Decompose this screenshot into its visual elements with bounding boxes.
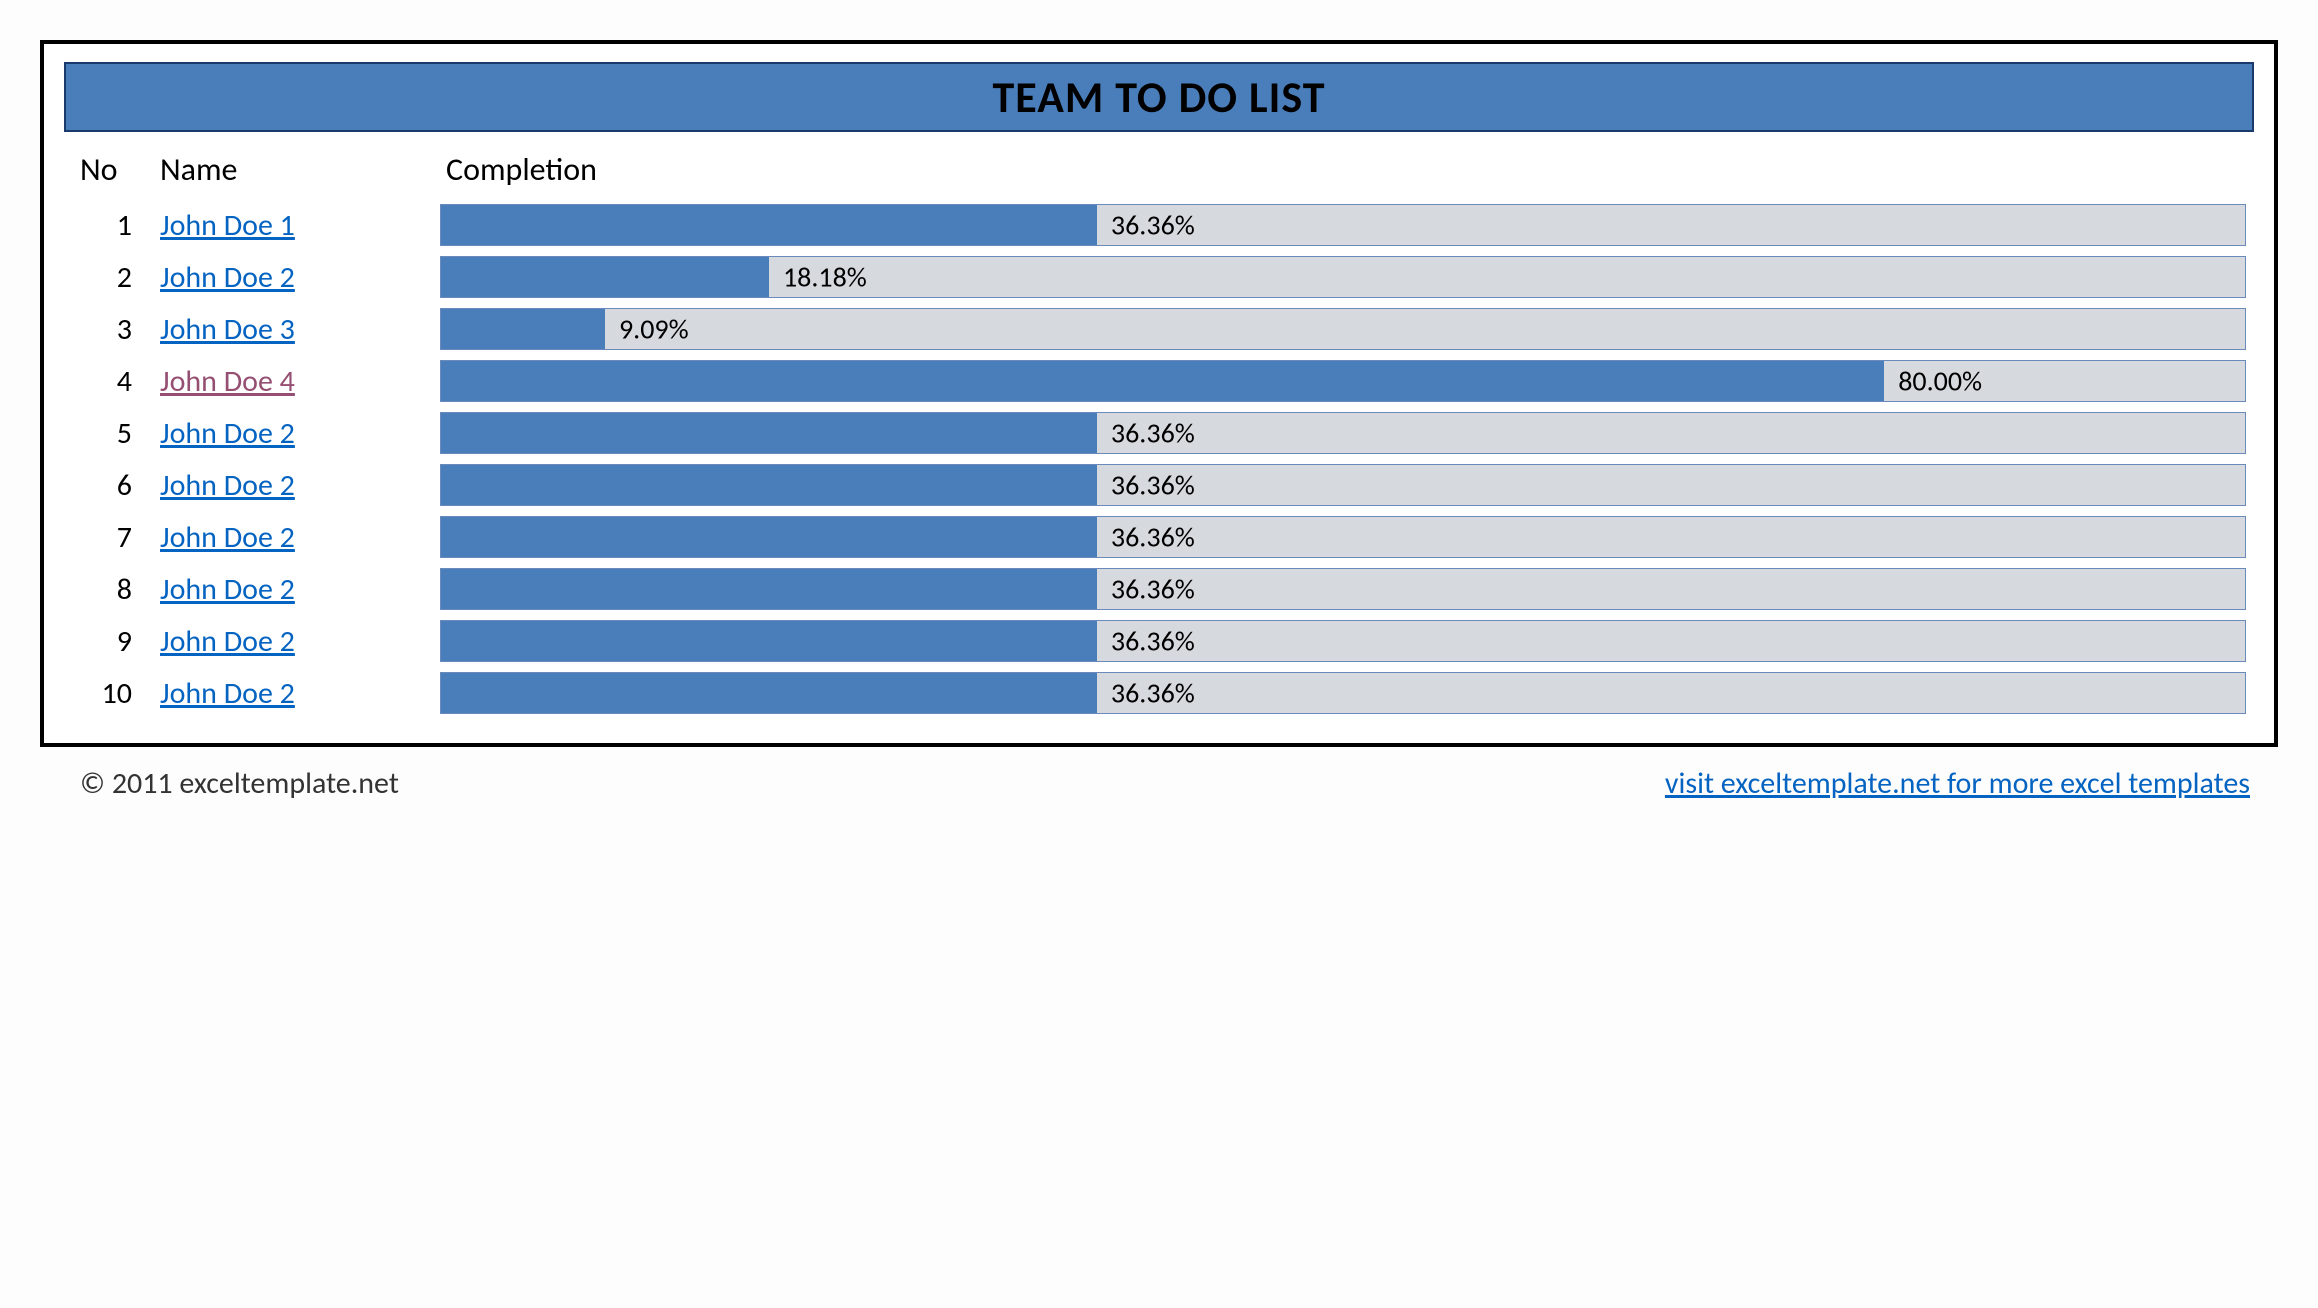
cell-completion: 18.18% [440, 256, 2254, 298]
cell-completion: 36.36% [440, 412, 2254, 454]
cell-completion: 36.36% [440, 568, 2254, 610]
progress-bar-fill [441, 621, 1097, 661]
cell-no: 4 [80, 363, 160, 400]
member-link[interactable]: John Doe 2 [160, 415, 295, 452]
table-row: 8John Doe 2 36.36% [64, 563, 2254, 615]
progress-bar-fill [441, 413, 1097, 453]
table-row: 4John Doe 4 80.00% [64, 355, 2254, 407]
table-row: 6John Doe 2 36.36% [64, 459, 2254, 511]
progress-bar-fill [441, 205, 1097, 245]
progress-bar-fill [441, 673, 1097, 713]
progress-bar: 36.36% [440, 568, 2246, 610]
cell-completion: 9.09% [440, 308, 2254, 350]
member-link[interactable]: John Doe 1 [160, 207, 295, 244]
footer: © 2011 exceltemplate.net visit exceltemp… [40, 747, 2278, 802]
progress-bar: 36.36% [440, 620, 2246, 662]
cell-no: 5 [80, 415, 160, 452]
cell-completion: 36.36% [440, 204, 2254, 246]
member-link[interactable]: John Doe 4 [160, 363, 295, 400]
cell-completion: 36.36% [440, 620, 2254, 662]
table-row: 5John Doe 2 36.36% [64, 407, 2254, 459]
member-link[interactable]: John Doe 2 [160, 571, 295, 608]
progress-bar-label: 36.36% [1097, 624, 1195, 659]
table-row: 9John Doe 2 36.36% [64, 615, 2254, 667]
copyright-text: © 2011 exceltemplate.net [80, 765, 399, 802]
cell-name: John Doe 2 [160, 623, 440, 660]
progress-bar-label: 36.36% [1097, 520, 1195, 555]
progress-bar-label: 36.36% [1097, 208, 1195, 243]
progress-bar-label: 18.18% [769, 260, 867, 295]
cell-completion: 36.36% [440, 672, 2254, 714]
table-row: 7John Doe 2 36.36% [64, 511, 2254, 563]
cell-completion: 36.36% [440, 516, 2254, 558]
cell-name: John Doe 2 [160, 259, 440, 296]
progress-bar: 36.36% [440, 204, 2246, 246]
progress-bar-fill [441, 465, 1097, 505]
page-title: TEAM TO DO LIST [66, 70, 2252, 124]
progress-bar: 18.18% [440, 256, 2246, 298]
table-header-row: No Name Completion [64, 150, 2254, 199]
member-link[interactable]: John Doe 3 [160, 311, 295, 348]
cell-completion: 80.00% [440, 360, 2254, 402]
cell-name: John Doe 2 [160, 415, 440, 452]
table-row: 10John Doe 2 36.36% [64, 667, 2254, 719]
progress-bar-label: 36.36% [1097, 676, 1195, 711]
todo-table: No Name Completion 1John Doe 136.36%2Joh… [64, 150, 2254, 719]
table-row: 1John Doe 1 36.36% [64, 199, 2254, 251]
title-bar: TEAM TO DO LIST [64, 62, 2254, 132]
progress-bar: 80.00% [440, 360, 2246, 402]
cell-no: 9 [80, 623, 160, 660]
progress-bar-fill [441, 257, 769, 297]
progress-bar: 36.36% [440, 464, 2246, 506]
cell-name: John Doe 2 [160, 519, 440, 556]
cell-name: John Doe 1 [160, 207, 440, 244]
header-completion: Completion [440, 150, 2254, 189]
cell-name: John Doe 2 [160, 675, 440, 712]
table-row: 3John Doe 3 9.09% [64, 303, 2254, 355]
cell-no: 6 [80, 467, 160, 504]
cell-completion: 36.36% [440, 464, 2254, 506]
cell-name: John Doe 2 [160, 571, 440, 608]
cell-no: 8 [80, 571, 160, 608]
progress-bar-fill [441, 309, 605, 349]
progress-bar-label: 9.09% [605, 312, 689, 347]
member-link[interactable]: John Doe 2 [160, 467, 295, 504]
header-no: No [80, 150, 160, 189]
member-link[interactable]: John Doe 2 [160, 519, 295, 556]
more-templates-link[interactable]: visit exceltemplate.net for more excel t… [1665, 765, 2250, 802]
progress-bar-fill [441, 569, 1097, 609]
cell-no: 2 [80, 259, 160, 296]
cell-no: 10 [80, 675, 160, 712]
table-body: 1John Doe 136.36%2John Doe 218.18%3John … [64, 199, 2254, 719]
progress-bar: 36.36% [440, 412, 2246, 454]
progress-bar: 36.36% [440, 672, 2246, 714]
header-name: Name [160, 150, 440, 189]
cell-no: 1 [80, 207, 160, 244]
footer-link-wrap: visit exceltemplate.net for more excel t… [1665, 765, 2250, 802]
progress-bar: 36.36% [440, 516, 2246, 558]
cell-name: John Doe 2 [160, 467, 440, 504]
progress-bar-label: 36.36% [1097, 468, 1195, 503]
member-link[interactable]: John Doe 2 [160, 259, 295, 296]
cell-name: John Doe 3 [160, 311, 440, 348]
progress-bar-label: 36.36% [1097, 416, 1195, 451]
progress-bar-label: 36.36% [1097, 572, 1195, 607]
cell-name: John Doe 4 [160, 363, 440, 400]
progress-bar-fill [441, 517, 1097, 557]
progress-bar-label: 80.00% [1884, 364, 1982, 399]
table-row: 2John Doe 2 18.18% [64, 251, 2254, 303]
cell-no: 7 [80, 519, 160, 556]
spreadsheet-frame: TEAM TO DO LIST No Name Completion 1John… [40, 40, 2278, 747]
member-link[interactable]: John Doe 2 [160, 675, 295, 712]
cell-no: 3 [80, 311, 160, 348]
member-link[interactable]: John Doe 2 [160, 623, 295, 660]
progress-bar-fill [441, 361, 1884, 401]
progress-bar: 9.09% [440, 308, 2246, 350]
